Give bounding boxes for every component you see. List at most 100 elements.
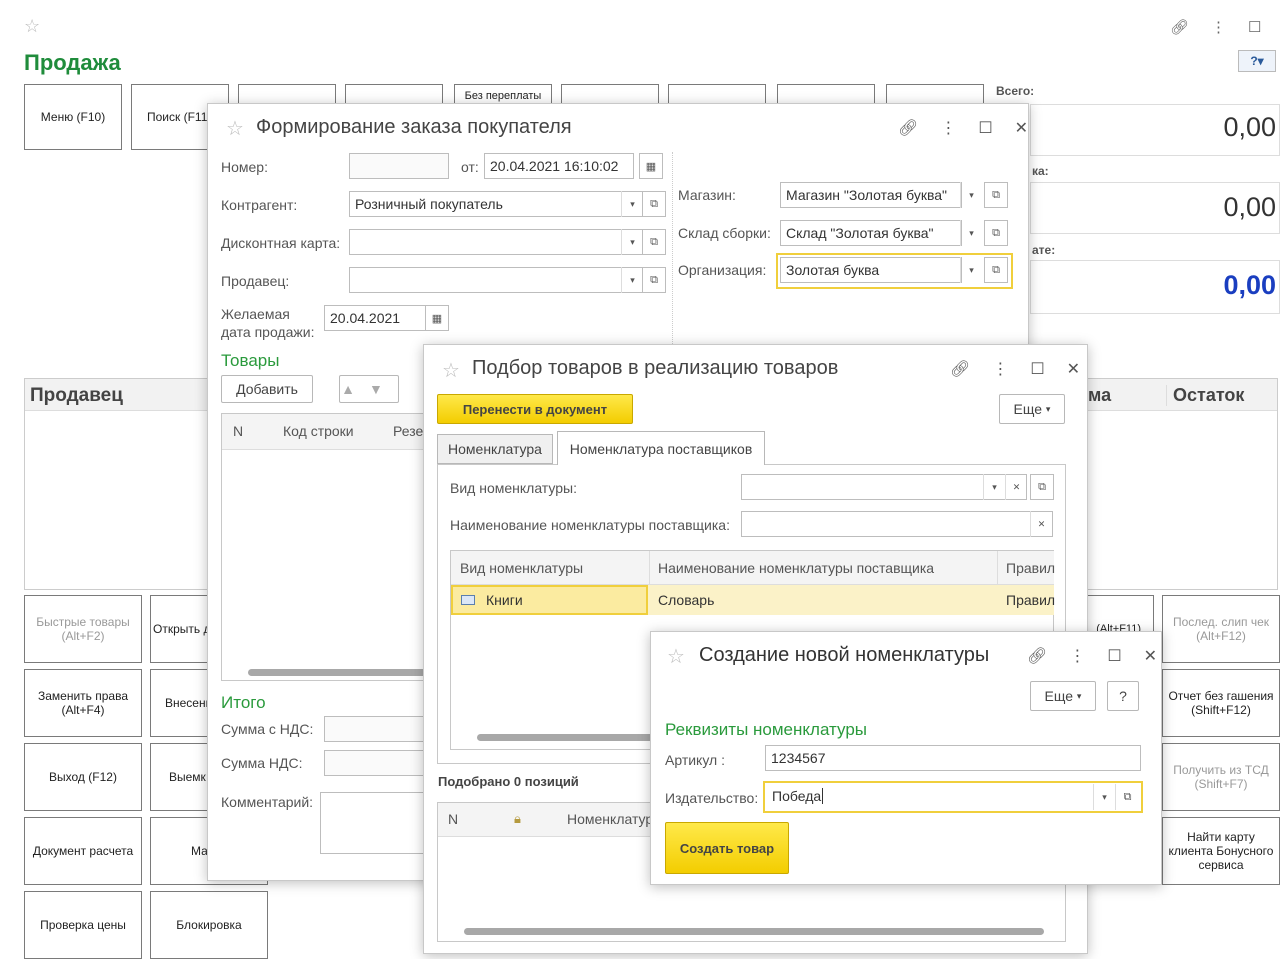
article-label: Артикул : xyxy=(665,752,725,768)
open-icon[interactable]: ⧉ xyxy=(984,220,1008,246)
payment-document-button[interactable]: Документ расчета xyxy=(24,817,142,885)
link-icon[interactable]: 🔗︎ xyxy=(898,118,918,138)
open-icon[interactable]: ⧉ xyxy=(642,191,666,217)
chevron-down-icon[interactable]: ▾ xyxy=(621,191,643,217)
close-icon[interactable]: ✕ xyxy=(1067,359,1080,379)
menu-button[interactable]: Меню (F10) xyxy=(24,84,122,150)
sum-with-vat-field[interactable] xyxy=(324,716,428,742)
open-icon[interactable]: ⧉ xyxy=(984,182,1008,208)
lock-button[interactable]: Блокировка xyxy=(150,891,268,959)
number-field[interactable] xyxy=(349,153,449,179)
chevron-down-icon[interactable]: ▾ xyxy=(1093,784,1115,810)
tab-nomenclature[interactable]: Номенклатура xyxy=(437,434,553,464)
publisher-value: Победа xyxy=(772,788,821,804)
calendar-icon[interactable]: ▦ xyxy=(425,305,449,331)
more-icon[interactable]: ⋮ xyxy=(1211,18,1226,36)
link-icon[interactable]: 🔗︎ xyxy=(1027,646,1047,666)
open-icon[interactable]: ⧉ xyxy=(1115,784,1139,810)
shop-field[interactable]: Магазин "Золотая буква" xyxy=(780,182,962,208)
supplier-col-rule: Правил xyxy=(1006,560,1055,576)
more-label: Еще xyxy=(1045,688,1074,704)
publisher-label: Издательство: xyxy=(665,790,758,806)
more-icon[interactable]: ⋮ xyxy=(940,118,956,138)
discount-card-field[interactable] xyxy=(349,229,645,255)
desired-date-field[interactable]: 20.04.2021 xyxy=(324,305,426,331)
vat-field[interactable] xyxy=(324,750,428,776)
chevron-down-icon[interactable]: ▾ xyxy=(960,220,982,246)
exit-button[interactable]: Выход (F12) xyxy=(24,743,142,811)
open-icon[interactable]: ⧉ xyxy=(1030,474,1054,500)
last-slip-button[interactable]: Послед. слип чек (Alt+F12) xyxy=(1162,595,1280,663)
goods-section-title: Товары xyxy=(221,351,279,371)
discount-value: 0,00 xyxy=(1050,192,1276,223)
calendar-icon[interactable]: ▦ xyxy=(639,153,663,179)
comment-field[interactable] xyxy=(320,792,428,854)
chevron-down-icon[interactable]: ▾ xyxy=(960,257,982,283)
link-icon[interactable]: 🔗︎ xyxy=(1170,18,1189,36)
order-window-controls: 🔗︎ ⋮ ☐ ✕ xyxy=(898,118,1028,138)
date-field[interactable]: 20.04.2021 16:10:02 xyxy=(484,153,634,179)
chevron-down-icon[interactable]: ▾ xyxy=(621,229,643,255)
create-product-button[interactable]: Создать товар xyxy=(665,822,789,874)
publisher-field[interactable]: Победа xyxy=(767,784,1091,810)
order-star-icon[interactable]: ☆ xyxy=(226,116,244,141)
warehouse-label: Склад сборки: xyxy=(678,225,771,241)
stock-column-title: Остаток xyxy=(1166,385,1244,406)
more-icon[interactable]: ⋮ xyxy=(1069,646,1085,666)
add-button[interactable]: Добавить xyxy=(221,375,313,403)
picker-window-title: Подбор товаров в реализацию товаров xyxy=(472,357,838,380)
goods-col-code: Код строки xyxy=(283,423,354,439)
chevron-down-icon[interactable]: ▾ xyxy=(983,474,1005,500)
table-row-selected-cell[interactable] xyxy=(451,585,648,615)
quick-goods-button[interactable]: Быстрые товары (Alt+F2) xyxy=(24,595,142,663)
chevron-down-icon: ▾ xyxy=(1077,691,1082,702)
clear-icon[interactable]: ✕ xyxy=(1005,474,1027,500)
picker-more-button[interactable]: Еще ▾ xyxy=(999,394,1065,424)
goods-scrollbar[interactable] xyxy=(248,669,428,676)
seller-field[interactable] xyxy=(349,267,645,293)
create-more-button[interactable]: Еще ▾ xyxy=(1030,681,1096,711)
find-bonus-card-button[interactable]: Найти карту клиента Бонусного сервиса xyxy=(1162,817,1280,885)
maximize-icon[interactable]: ☐ xyxy=(1107,646,1121,666)
replace-rights-button[interactable]: Заменить права (Alt+F4) xyxy=(24,669,142,737)
warehouse-field[interactable]: Склад "Золотая буква" xyxy=(780,220,962,246)
supplier-scrollbar[interactable] xyxy=(477,734,657,741)
article-field[interactable]: 1234567 xyxy=(765,745,1141,771)
goods-col-reserve: Резе xyxy=(393,423,423,439)
counterparty-field[interactable]: Розничный покупатель xyxy=(349,191,645,217)
tab-supplier-nomenclature[interactable]: Номенклатура поставщиков xyxy=(557,431,765,465)
x-report-button[interactable]: Отчет без гашения (Shift+F12) xyxy=(1162,669,1280,737)
open-icon[interactable]: ⧉ xyxy=(642,229,666,255)
price-check-button[interactable]: Проверка цены xyxy=(24,891,142,959)
main-star-icon[interactable]: ☆ xyxy=(24,16,40,37)
link-icon[interactable]: 🔗︎ xyxy=(950,359,970,379)
create-star-icon[interactable]: ☆ xyxy=(667,644,685,669)
supplier-name-field[interactable] xyxy=(741,511,1053,537)
selected-scrollbar[interactable] xyxy=(464,928,1044,935)
help-question-button[interactable]: ? xyxy=(1107,681,1139,711)
more-icon[interactable]: ⋮ xyxy=(992,359,1008,379)
get-from-tsd-button[interactable]: Получить из ТСД (Shift+F7) xyxy=(1162,743,1280,811)
chevron-down-icon[interactable]: ▾ xyxy=(621,267,643,293)
selected-col-nomenclature: Номенклатур xyxy=(567,811,653,827)
maximize-icon[interactable]: ☐ xyxy=(1248,18,1261,36)
picker-star-icon[interactable]: ☆ xyxy=(442,358,460,383)
organization-field[interactable]: Золотая буква xyxy=(780,257,962,283)
goods-col-n: N xyxy=(233,423,243,439)
maximize-icon[interactable]: ☐ xyxy=(978,118,992,138)
transfer-to-document-button[interactable]: Перенести в документ xyxy=(437,394,633,424)
close-icon[interactable]: ✕ xyxy=(1144,646,1157,666)
clear-icon[interactable]: ✕ xyxy=(1030,511,1052,537)
vat-label: Сумма НДС: xyxy=(221,755,302,771)
chevron-down-icon[interactable]: ▾ xyxy=(960,182,982,208)
move-up-button[interactable]: ▲▼ xyxy=(339,375,399,403)
close-icon[interactable]: ✕ xyxy=(1015,118,1028,138)
goods-table xyxy=(221,413,431,681)
maximize-icon[interactable]: ☐ xyxy=(1030,359,1044,379)
open-icon[interactable]: ⧉ xyxy=(984,257,1008,283)
chevron-down-icon: ▾ xyxy=(1046,404,1051,415)
supplier-col-name: Наименование номенклатуры поставщика xyxy=(658,560,934,576)
help-button[interactable]: ?▾ xyxy=(1238,50,1276,72)
shop-label: Магазин: xyxy=(678,187,736,203)
open-icon[interactable]: ⧉ xyxy=(642,267,666,293)
